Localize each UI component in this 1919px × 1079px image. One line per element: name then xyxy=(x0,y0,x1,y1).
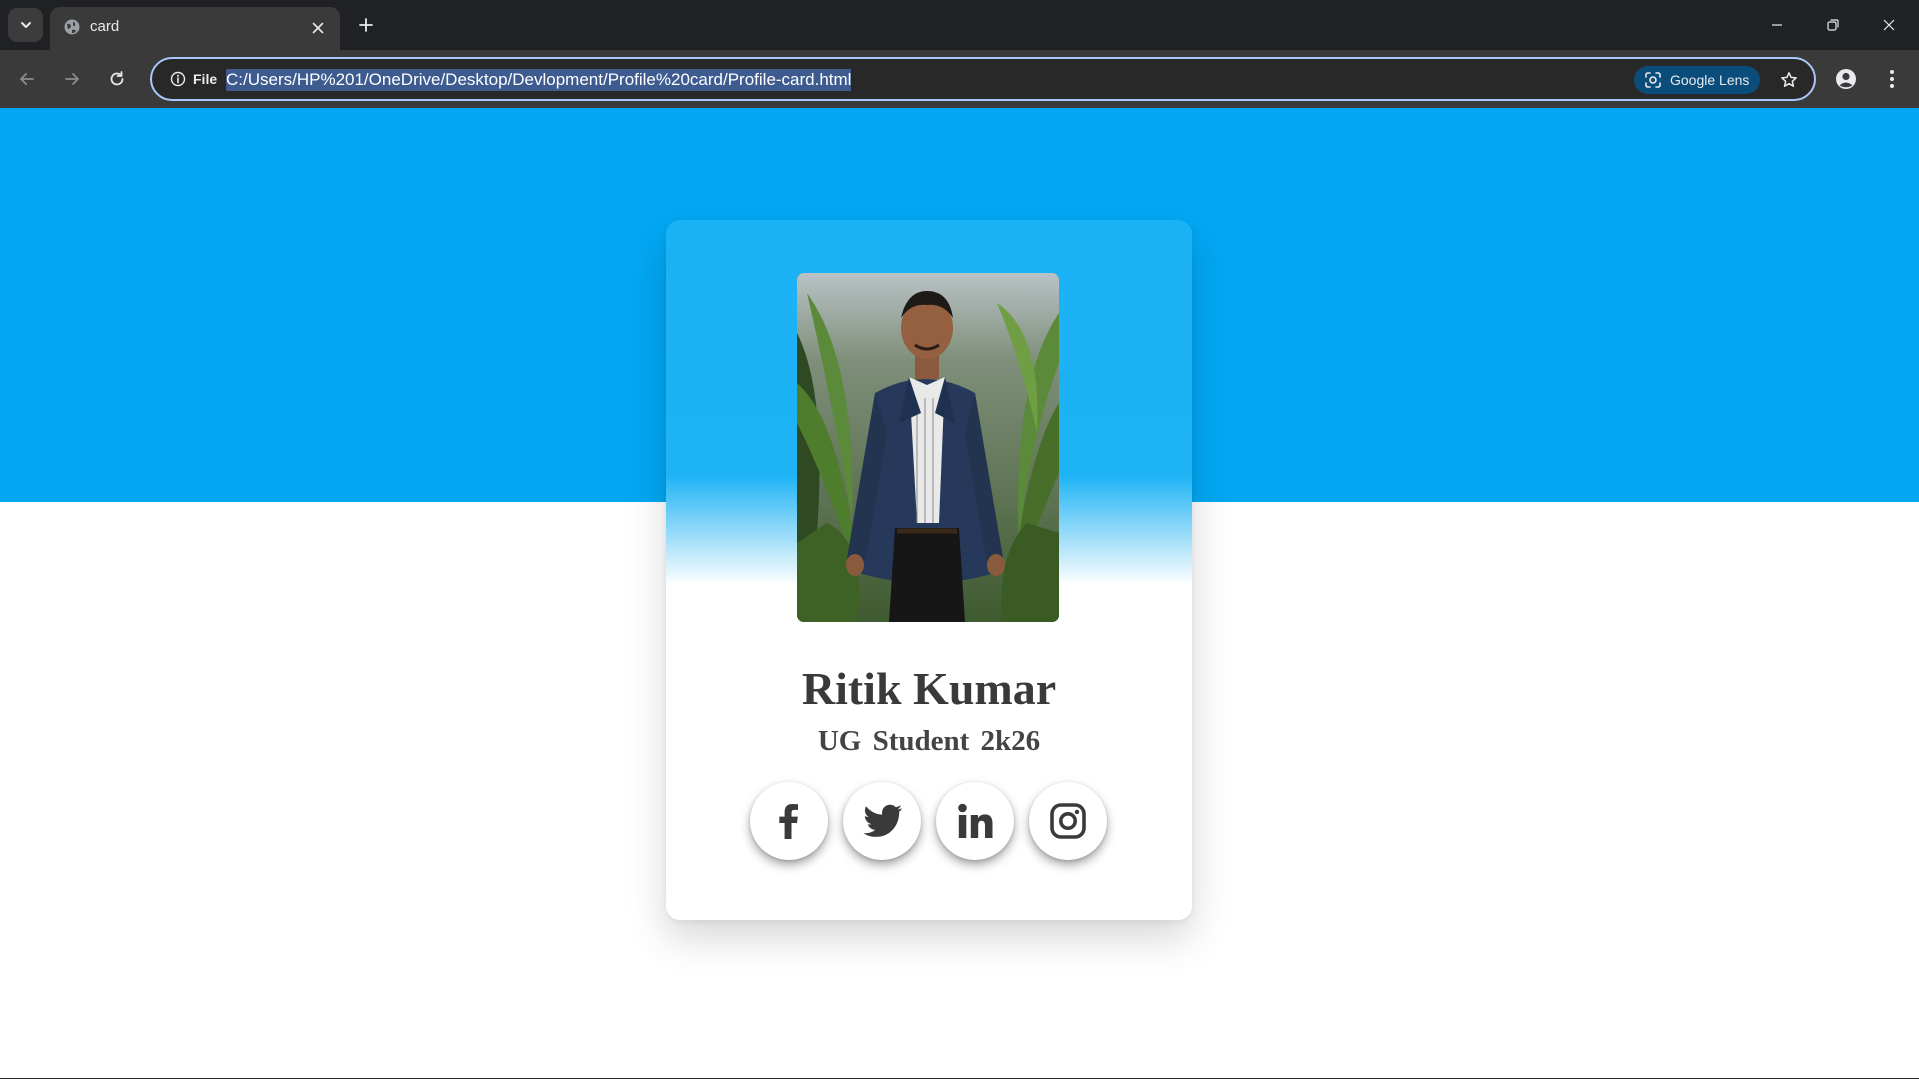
social-links xyxy=(750,782,1110,862)
restore-icon xyxy=(1827,19,1839,31)
close-icon xyxy=(312,22,324,34)
page-viewport: Ritik Kumar UG Student 2k26 xyxy=(0,108,1919,1079)
linkedin-link[interactable] xyxy=(936,782,1014,860)
minimize-icon xyxy=(1772,24,1782,26)
facebook-icon xyxy=(779,804,798,839)
profile-role: UG Student 2k26 xyxy=(817,725,1041,757)
profile-card: Ritik Kumar UG Student 2k26 xyxy=(666,220,1192,920)
new-tab-button[interactable] xyxy=(352,11,380,39)
profile-photo xyxy=(797,273,1059,622)
chevron-down-icon xyxy=(20,22,31,28)
twitter-link[interactable] xyxy=(843,782,921,860)
profile-icon xyxy=(1836,69,1856,89)
google-lens-label: Google Lens xyxy=(1670,72,1750,88)
plus-icon xyxy=(359,18,373,32)
linkedin-icon xyxy=(958,803,993,838)
site-info-button[interactable]: File xyxy=(162,66,225,92)
globe-icon xyxy=(62,17,82,37)
twitter-icon xyxy=(863,804,902,837)
tab-close-button[interactable] xyxy=(306,16,330,40)
tab-title: card xyxy=(90,18,120,35)
url-text[interactable]: C:/Users/HP%201/OneDrive/Desktop/Devlopm… xyxy=(226,69,852,91)
minimize-button[interactable] xyxy=(1749,0,1805,50)
back-button[interactable] xyxy=(9,61,45,97)
reload-icon xyxy=(110,71,124,86)
facebook-link[interactable] xyxy=(750,782,828,860)
close-icon xyxy=(1883,19,1895,31)
star-icon xyxy=(1781,72,1797,87)
browser-toolbar: File C:/Users/HP%201/OneDrive/Desktop/De… xyxy=(0,50,1919,108)
forward-button[interactable] xyxy=(54,61,90,97)
profile-name: Ritik Kumar xyxy=(801,663,1057,714)
lens-icon xyxy=(1645,72,1661,88)
browser-menu-button[interactable] xyxy=(1876,63,1908,95)
google-lens-button[interactable]: Google Lens xyxy=(1634,66,1760,94)
instagram-icon xyxy=(1050,803,1086,839)
instagram-link[interactable] xyxy=(1029,782,1107,860)
back-arrow-icon xyxy=(20,73,34,85)
tab-search-button[interactable] xyxy=(8,8,43,42)
address-bar[interactable]: File C:/Users/HP%201/OneDrive/Desktop/De… xyxy=(150,57,1816,101)
tab-card[interactable]: card xyxy=(50,7,340,50)
forward-arrow-icon xyxy=(65,73,79,85)
kebab-menu-icon xyxy=(1890,70,1894,88)
bookmark-button[interactable] xyxy=(1774,65,1804,95)
reload-button[interactable] xyxy=(99,61,135,97)
restore-button[interactable] xyxy=(1805,0,1861,50)
info-icon xyxy=(170,71,186,87)
site-info-label: File xyxy=(193,71,218,87)
tab-strip: card xyxy=(0,0,1919,50)
close-window-button[interactable] xyxy=(1861,0,1917,50)
profile-button[interactable] xyxy=(1830,63,1862,95)
